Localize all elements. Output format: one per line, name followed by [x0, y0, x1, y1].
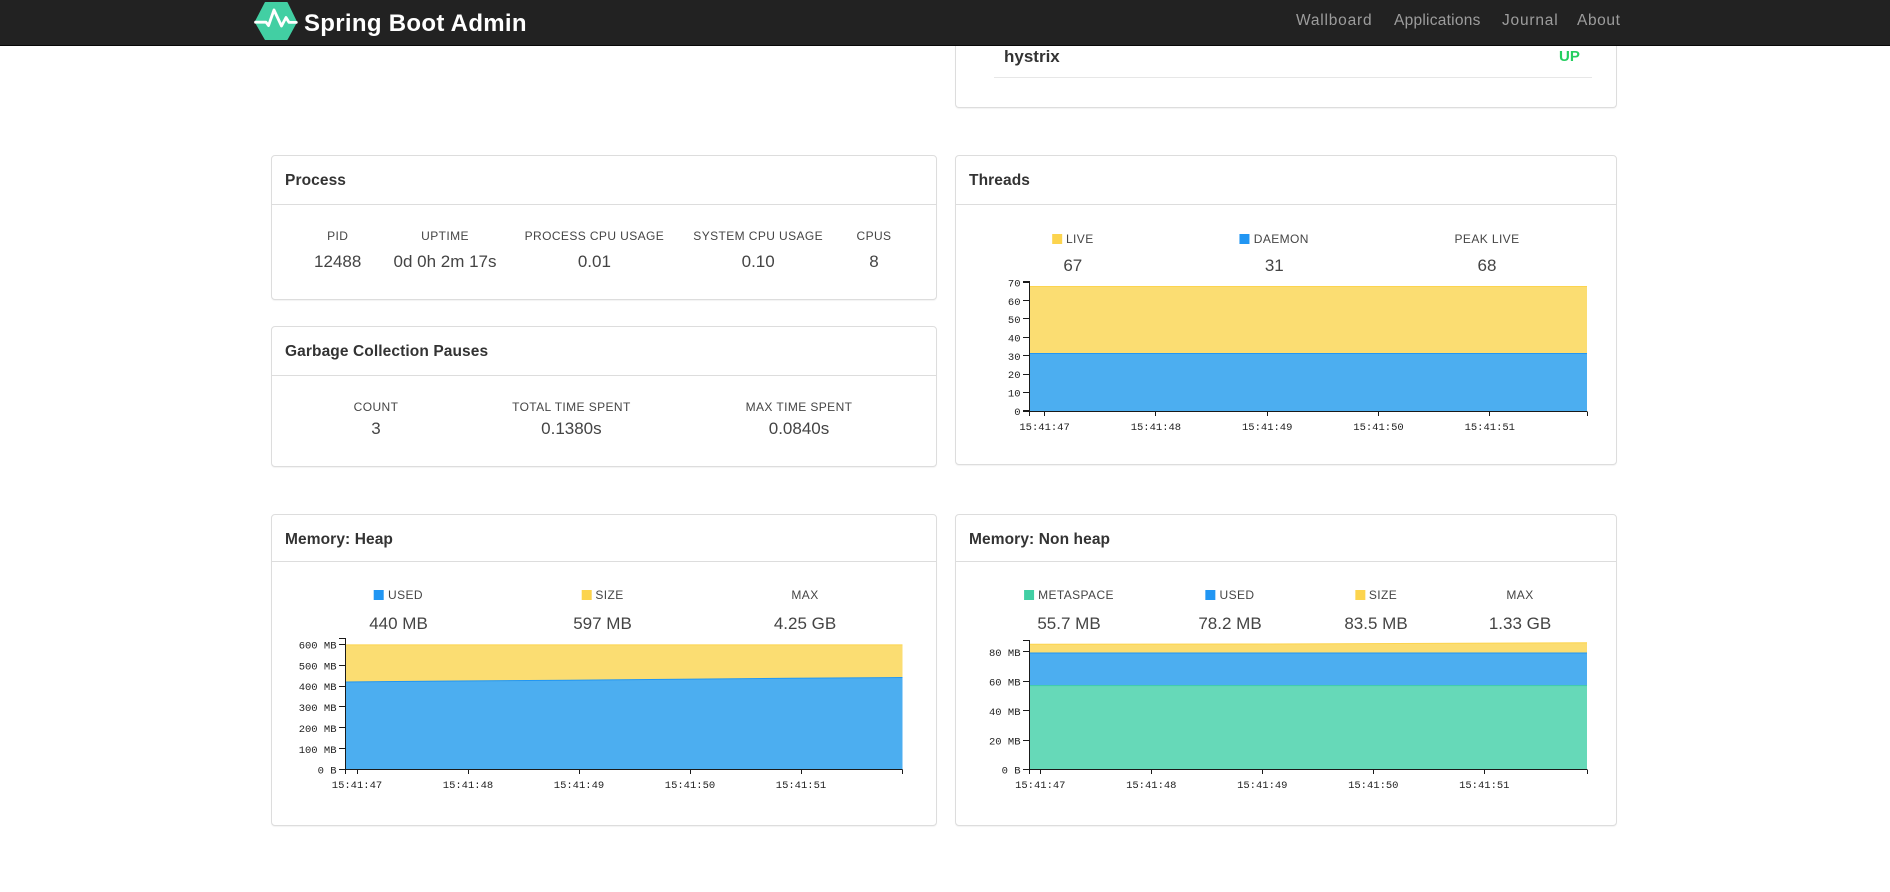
svg-text:15:41:49: 15:41:49 — [1242, 422, 1292, 434]
svg-text:0 B: 0 B — [318, 766, 337, 778]
svg-text:60: 60 — [1008, 297, 1021, 309]
svg-text:0 B: 0 B — [1002, 766, 1021, 778]
svg-text:15:41:47: 15:41:47 — [1019, 422, 1069, 434]
svg-text:600 MB: 600 MB — [299, 641, 337, 653]
svg-text:15:41:47: 15:41:47 — [1015, 780, 1065, 792]
svg-text:20 MB: 20 MB — [989, 736, 1021, 748]
svg-text:40 MB: 40 MB — [989, 707, 1021, 719]
svg-text:400 MB: 400 MB — [299, 682, 337, 694]
svg-text:15:41:48: 15:41:48 — [1131, 422, 1181, 434]
svg-text:70: 70 — [1008, 278, 1021, 290]
svg-text:50: 50 — [1008, 315, 1021, 327]
svg-text:500 MB: 500 MB — [299, 661, 337, 673]
svg-text:20: 20 — [1008, 370, 1021, 382]
svg-text:15:41:49: 15:41:49 — [554, 780, 604, 792]
svg-text:15:41:51: 15:41:51 — [1465, 422, 1515, 434]
svg-text:300 MB: 300 MB — [299, 703, 337, 715]
svg-text:30: 30 — [1008, 352, 1021, 364]
svg-text:0: 0 — [1014, 407, 1020, 419]
svg-text:15:41:47: 15:41:47 — [332, 780, 382, 792]
svg-text:15:41:49: 15:41:49 — [1237, 780, 1287, 792]
svg-text:200 MB: 200 MB — [299, 724, 337, 736]
svg-text:15:41:50: 15:41:50 — [665, 780, 715, 792]
svg-text:15:41:51: 15:41:51 — [1459, 780, 1509, 792]
svg-text:15:41:48: 15:41:48 — [1126, 780, 1176, 792]
svg-text:80 MB: 80 MB — [989, 648, 1021, 660]
svg-text:15:41:48: 15:41:48 — [443, 780, 493, 792]
svg-text:40: 40 — [1008, 334, 1021, 346]
svg-text:100 MB: 100 MB — [299, 745, 337, 757]
svg-text:15:41:50: 15:41:50 — [1353, 422, 1403, 434]
svg-text:10: 10 — [1008, 389, 1021, 401]
svg-text:15:41:51: 15:41:51 — [776, 780, 826, 792]
svg-text:15:41:50: 15:41:50 — [1348, 780, 1398, 792]
svg-text:60 MB: 60 MB — [989, 677, 1021, 689]
